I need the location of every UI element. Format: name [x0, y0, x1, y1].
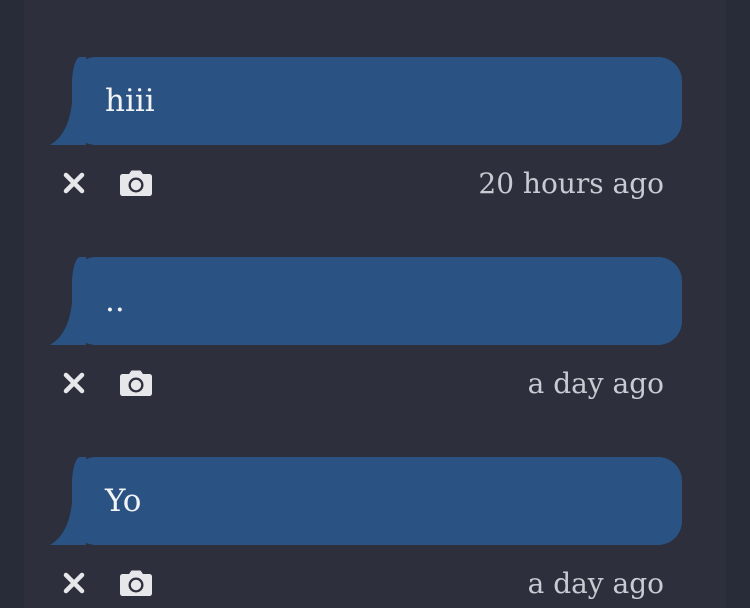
message-item: .. a day ago [24, 257, 726, 407]
message-item: Yo a day ago [24, 457, 726, 607]
camera-icon[interactable] [116, 563, 156, 603]
close-icon[interactable] [54, 563, 94, 603]
close-icon[interactable] [54, 163, 94, 203]
close-icon[interactable] [54, 363, 94, 403]
message-actions [54, 563, 174, 603]
message-timestamp: a day ago [527, 567, 664, 600]
camera-icon[interactable] [116, 163, 156, 203]
message-item: hiii 20 hours ago [24, 57, 726, 207]
close-icon-graphic [63, 572, 85, 594]
chat-panel: hiii 20 hours ago .. a day ago Yo a day … [24, 0, 726, 608]
camera-icon-graphic [120, 370, 152, 396]
message-bubble [72, 457, 682, 545]
message-timestamp: a day ago [527, 367, 664, 400]
message-actions [54, 163, 174, 203]
message-bubble [72, 257, 682, 345]
message-text: .. [105, 283, 125, 319]
message-bubble [72, 57, 682, 145]
message-text: Yo [105, 483, 142, 519]
camera-icon-graphic [120, 170, 152, 196]
message-timestamp: 20 hours ago [478, 167, 664, 200]
close-icon-graphic [63, 372, 85, 394]
message-actions [54, 363, 174, 403]
message-text: hiii [105, 83, 155, 119]
close-icon-graphic [63, 172, 85, 194]
camera-icon-graphic [120, 570, 152, 596]
camera-icon[interactable] [116, 363, 156, 403]
